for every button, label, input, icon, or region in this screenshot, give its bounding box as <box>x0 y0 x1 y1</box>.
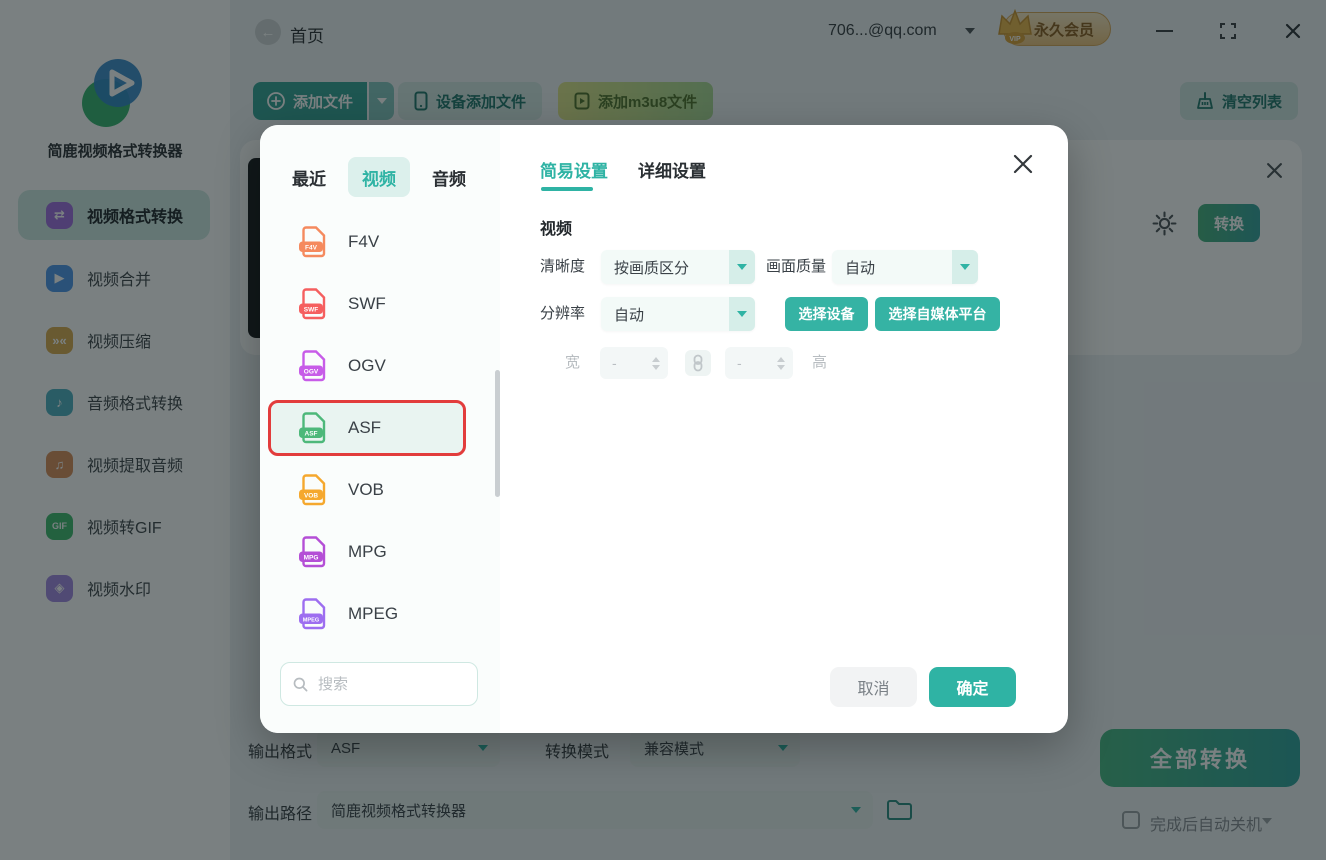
active-tab-underline <box>541 187 593 191</box>
format-search-box <box>280 662 478 706</box>
width-stepper[interactable]: - <box>600 347 668 379</box>
cancel-button[interactable]: 取消 <box>830 667 917 707</box>
format-label: MPEG <box>348 604 399 623</box>
tab-recent[interactable]: 最近 <box>286 157 332 197</box>
chevron-down-icon <box>729 250 755 284</box>
svg-text:VOB: VOB <box>304 492 318 499</box>
format-label: VOB <box>348 480 384 499</box>
chain-link-icon <box>693 354 703 372</box>
stepper-arrows-icon <box>777 356 785 370</box>
app-window: 简鹿视频格式转换器 ⇄ 视频格式转换 ▶ 视频合并 »« 视频压缩 ♪ 音频格式… <box>0 0 1326 860</box>
tab-detail-settings[interactable]: 详细设置 <box>638 157 706 182</box>
vob-file-icon: VOB <box>299 474 326 506</box>
svg-text:F4V: F4V <box>305 244 318 251</box>
video-section-heading: 视频 <box>540 221 573 238</box>
format-label: OGV <box>348 356 386 375</box>
svg-text:SWF: SWF <box>304 306 318 313</box>
mpeg-file-icon: MPEG <box>299 598 326 630</box>
width-label: 宽 <box>565 354 581 371</box>
format-option-mpg[interactable]: MPG MPG <box>268 524 466 580</box>
swf-file-icon: SWF <box>299 288 326 320</box>
select-platform-label: 选择自媒体平台 <box>888 306 987 322</box>
format-list-scrollbar[interactable] <box>495 370 500 497</box>
tab-video[interactable]: 视频 <box>348 157 410 197</box>
quality-value: 自动 <box>845 259 876 277</box>
quality-label: 画面质量 <box>766 258 827 275</box>
select-device-label: 选择设备 <box>798 306 855 322</box>
clarity-select[interactable]: 按画质区分 <box>601 250 755 284</box>
svg-text:OGV: OGV <box>304 368 319 375</box>
cancel-label: 取消 <box>857 681 890 698</box>
chevron-down-icon <box>952 250 978 284</box>
search-input[interactable] <box>316 674 456 694</box>
ogv-file-icon: OGV <box>299 350 326 382</box>
asf-file-icon: ASF <box>299 412 326 444</box>
stepper-arrows-icon <box>652 356 660 370</box>
link-dimensions-toggle[interactable] <box>685 350 711 376</box>
resolution-select[interactable]: 自动 <box>601 297 755 331</box>
format-option-swf[interactable]: SWF SWF <box>268 276 466 332</box>
resolution-label: 分辨率 <box>540 305 586 322</box>
mpg-file-icon: MPG <box>299 536 326 568</box>
select-platform-button[interactable]: 选择自媒体平台 <box>875 297 1000 331</box>
format-option-vob[interactable]: VOB VOB <box>268 462 466 518</box>
confirm-button[interactable]: 确定 <box>929 667 1016 707</box>
format-settings-dialog: 最近 视频 音频 F4V F4V SWF SWF OGV OGV ASF ASF… <box>260 125 1068 733</box>
search-icon <box>293 677 308 691</box>
chevron-down-icon <box>729 297 755 331</box>
format-label: F4V <box>348 232 380 251</box>
svg-text:MPEG: MPEG <box>303 617 319 623</box>
clarity-label: 清晰度 <box>540 258 586 275</box>
format-option-ogv[interactable]: OGV OGV <box>268 338 466 394</box>
width-value: - <box>612 355 617 371</box>
format-option-mpeg[interactable]: MPEG MPEG <box>268 586 466 642</box>
close-dialog-button[interactable] <box>1012 153 1034 175</box>
svg-text:MPG: MPG <box>304 554 319 561</box>
format-label: ASF <box>348 418 382 437</box>
format-label: MPG <box>348 542 387 561</box>
resolution-value: 自动 <box>614 306 645 324</box>
height-label: 高 <box>812 354 828 371</box>
confirm-label: 确定 <box>956 681 989 698</box>
tab-easy-settings[interactable]: 简易设置 <box>540 157 608 182</box>
format-option-asf-selected[interactable]: ASF ASF <box>268 400 466 456</box>
height-stepper[interactable]: - <box>725 347 793 379</box>
format-label: SWF <box>348 294 386 313</box>
quality-select[interactable]: 自动 <box>832 250 978 284</box>
tab-audio[interactable]: 音频 <box>426 157 472 197</box>
clarity-value: 按画质区分 <box>614 259 690 277</box>
f4v-file-icon: F4V <box>299 226 326 258</box>
height-value: - <box>737 355 742 371</box>
format-picker-panel: 最近 视频 音频 F4V F4V SWF SWF OGV OGV ASF ASF… <box>260 125 500 733</box>
format-option-f4v[interactable]: F4V F4V <box>268 214 466 270</box>
svg-text:ASF: ASF <box>305 430 318 437</box>
select-device-button[interactable]: 选择设备 <box>785 297 868 331</box>
